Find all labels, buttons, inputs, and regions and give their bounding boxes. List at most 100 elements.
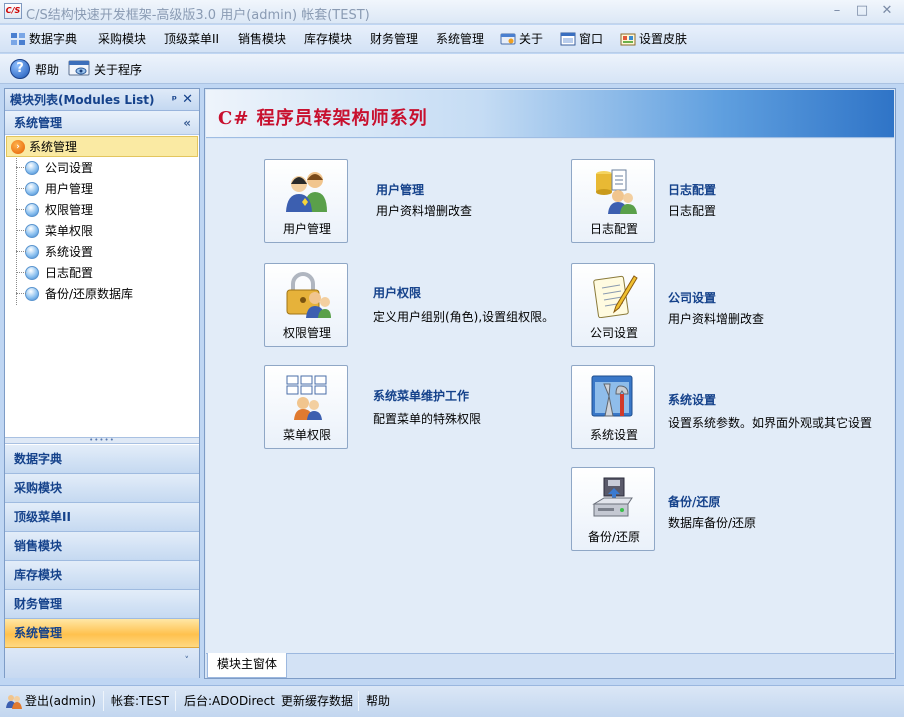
backend-label: 后台:ADODirect — [184, 694, 275, 708]
group-title: 系统管理 — [14, 116, 63, 130]
tree-item-log-config[interactable]: 日志配置 — [5, 262, 199, 283]
node-ball-icon — [25, 265, 39, 280]
tree-item-user-management[interactable]: 用户管理 — [5, 178, 199, 199]
nav-finance[interactable]: 财务管理 — [5, 590, 199, 619]
node-ball-icon — [25, 223, 39, 238]
backend-status: 后台:ADODirect — [184, 690, 275, 712]
menu-system[interactable]: 系统管理 — [436, 30, 484, 48]
tree-item-label: 公司设置 — [45, 161, 94, 175]
menu-permission-icon — [286, 375, 327, 420]
nav-data-dictionary[interactable]: 数据字典 — [5, 445, 199, 474]
menu-data-dictionary[interactable]: 数据字典 — [10, 30, 77, 48]
menu-label: 数据字典 — [29, 32, 78, 46]
dictionary-icon — [11, 33, 25, 45]
close-panel-icon[interactable]: ✕ — [182, 89, 193, 111]
backup-drive-icon — [592, 477, 633, 517]
tile-title: 备份/还原 — [668, 495, 721, 509]
tile-title: 用户权限 — [373, 286, 422, 300]
refresh-cache-button[interactable]: 更新缓存数据 — [281, 690, 353, 712]
tile-desc: 设置系统参数。如界面外观或其它设置 — [668, 416, 873, 430]
toolbar: ? 帮助 关于程序 — [0, 54, 904, 84]
navbar-groups: 数据字典 采购模块 顶级菜单II 销售模块 库存模块 财务管理 系统管理 ˅ — [5, 445, 199, 678]
menu-about[interactable]: 关于 — [500, 30, 543, 48]
status-help-label: 帮助 — [366, 694, 391, 708]
tree-item-system-settings[interactable]: 系统设置 — [5, 241, 199, 262]
tile-desc: 配置菜单的特殊权限 — [373, 412, 482, 426]
close-button[interactable]: ✕ — [876, 2, 898, 20]
tab-main-module-window[interactable]: 模块主窗体 — [207, 653, 288, 678]
tile-label: 系统设置 — [589, 428, 638, 442]
tile-label: 日志配置 — [589, 222, 638, 236]
menu-purchase[interactable]: 采购模块 — [98, 30, 146, 48]
tree-root-label: 系统管理 — [29, 140, 78, 154]
tile-log-config[interactable]: 日志配置 — [571, 159, 655, 243]
account-label: 帐套:TEST — [111, 694, 169, 708]
title-bar: C/S C/S结构快速开发框架-高级版3.0 用户(admin) 帐套(TEST… — [0, 0, 904, 24]
nav-system-management[interactable]: 系统管理 — [5, 619, 199, 648]
about-program-icon — [68, 60, 90, 76]
menu-top-level-ii[interactable]: 顶级菜单II — [164, 30, 219, 48]
logout-label: 登出(admin) — [25, 694, 96, 708]
node-ball-icon — [25, 181, 39, 196]
tile-label: 用户管理 — [282, 222, 331, 236]
maximize-button[interactable]: □ — [851, 2, 873, 20]
tree-root-system[interactable]: › 系统管理 — [6, 136, 198, 157]
document-tab-strip: 模块主窗体 — [206, 653, 894, 678]
node-ball-icon — [25, 202, 39, 217]
help-toolbar-button[interactable]: ? 帮助 — [10, 58, 59, 80]
tile-company-settings[interactable]: 公司设置 — [571, 263, 655, 347]
nav-purchase[interactable]: 采购模块 — [5, 474, 199, 503]
menu-window[interactable]: 窗口 — [560, 30, 603, 48]
refresh-cache-label: 更新缓存数据 — [281, 694, 354, 708]
tree-item-label: 备份/还原数据库 — [45, 287, 134, 301]
module-list-header: 模块列表(Modules List) ᵖ ✕ — [5, 89, 199, 111]
tree-item-permission-management[interactable]: 权限管理 — [5, 199, 199, 220]
menu-label: 设置皮肤 — [639, 32, 688, 46]
status-separator — [358, 691, 359, 711]
tile-backup-restore[interactable]: 备份/还原 — [571, 467, 655, 551]
tree-item-company-settings[interactable]: 公司设置 — [5, 157, 199, 178]
minimize-button[interactable]: – — [826, 2, 848, 20]
about-program-button[interactable]: 关于程序 — [68, 58, 142, 80]
tree-item-backup-restore[interactable]: 备份/还原数据库 — [5, 283, 199, 304]
nav-top-level-ii[interactable]: 顶级菜单II — [5, 503, 199, 532]
menu-label: 窗口 — [579, 32, 604, 46]
menu-finance[interactable]: 财务管理 — [370, 30, 418, 48]
menu-label: 顶级菜单II — [164, 32, 220, 46]
chevron-down-icon[interactable]: ˅ — [185, 656, 190, 666]
menu-label: 财务管理 — [370, 32, 419, 46]
tile-system-settings[interactable]: 系统设置 — [571, 365, 655, 449]
tile-desc: 用户资料增删改查 — [376, 204, 473, 218]
nav-inventory[interactable]: 库存模块 — [5, 561, 199, 590]
menu-inventory[interactable]: 库存模块 — [304, 30, 352, 48]
tree-item-menu-permission[interactable]: 菜单权限 — [5, 220, 199, 241]
tile-user-management[interactable]: 用户管理 — [264, 159, 348, 243]
tile-menu-permission[interactable]: 菜单权限 — [264, 365, 348, 449]
menu-skin-settings[interactable]: 设置皮肤 — [620, 30, 687, 48]
logout-button[interactable]: 登出(admin) — [6, 690, 96, 712]
tile-label: 备份/还原 — [587, 530, 641, 544]
pin-icon[interactable]: ᵖ — [172, 89, 177, 111]
window-icon — [560, 32, 576, 46]
tile-permission-management[interactable]: 权限管理 — [264, 263, 348, 347]
node-ball-icon — [25, 160, 39, 175]
menu-label: 关于 — [519, 32, 544, 46]
collapse-icon[interactable]: « — [183, 111, 191, 135]
status-separator — [175, 691, 176, 711]
tree-item-label: 菜单权限 — [45, 224, 94, 238]
module-list-panel: 模块列表(Modules List) ᵖ ✕ 系统管理 « › 系统管理 公司设… — [4, 88, 200, 678]
tile-label: 权限管理 — [282, 326, 331, 340]
tree-item-label: 日志配置 — [45, 266, 94, 280]
panel-splitter[interactable]: ••••• — [5, 437, 199, 444]
tile-title: 用户管理 — [376, 183, 425, 197]
status-help-button[interactable]: 帮助 — [366, 690, 390, 712]
menu-sales[interactable]: 销售模块 — [238, 30, 286, 48]
nav-sales[interactable]: 销售模块 — [5, 532, 199, 561]
tile-desc: 定义用户组别(角色),设置组权限。 — [373, 310, 555, 324]
banner-title: C# 程序员转架构师系列 — [218, 108, 428, 129]
group-header-system[interactable]: 系统管理 « — [5, 111, 199, 135]
tile-title: 公司设置 — [668, 291, 717, 305]
module-content: 用户管理 用户管理 用户资料增删改查 日志配置 日志配置 日志配置 权限管理 用… — [206, 139, 894, 653]
navbar-footer[interactable]: ˅ — [5, 648, 199, 678]
about-program-label: 关于程序 — [94, 62, 143, 77]
